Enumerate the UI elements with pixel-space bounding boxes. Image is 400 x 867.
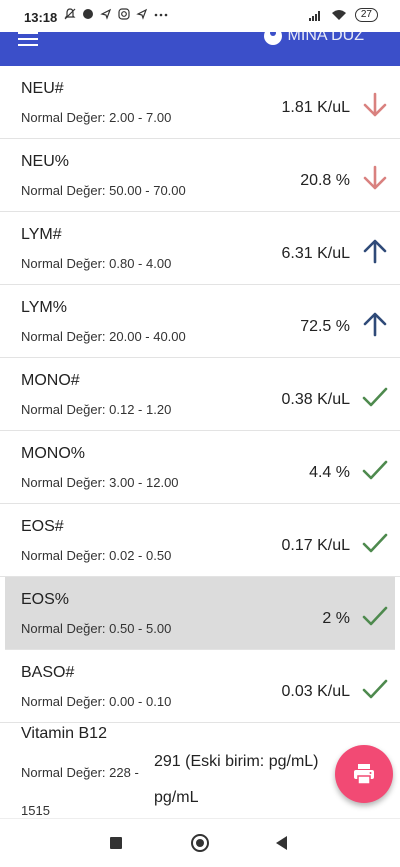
instagram-icon xyxy=(118,8,130,20)
system-nav-bar xyxy=(0,818,400,867)
test-value: 0.38 K/uL xyxy=(281,391,351,408)
normal-range: Normal Değer: 0.00 - 0.10 xyxy=(21,694,172,709)
result-row[interactable]: LYM# Normal Değer: 0.80 - 4.00 6.31 K/uL xyxy=(0,212,400,285)
result-row[interactable]: NEU# Normal Değer: 2.00 - 7.00 1.81 K/uL xyxy=(0,66,400,139)
result-row[interactable]: LYM% Normal Değer: 20.00 - 40.00 72.5 % xyxy=(0,285,400,358)
test-name: Vitamin B12 xyxy=(21,725,107,742)
arrow-down-icon xyxy=(363,92,387,117)
back-icon[interactable] xyxy=(276,836,287,850)
arrow-up-icon xyxy=(363,312,387,337)
recent-apps-icon[interactable] xyxy=(110,837,122,849)
test-name: EOS% xyxy=(21,591,70,608)
account-icon xyxy=(263,32,282,45)
test-value: 72.5 % xyxy=(300,318,350,335)
test-name: BASO# xyxy=(21,664,75,681)
normal-range: Normal Değer: 20.00 - 40.00 xyxy=(21,329,186,344)
status-system-icons: 27 xyxy=(308,8,378,22)
test-name: LYM% xyxy=(21,299,67,316)
test-name: LYM# xyxy=(21,226,62,243)
battery-icon: 27 xyxy=(354,8,378,22)
test-name: NEU% xyxy=(21,153,70,170)
hamburger-menu-icon[interactable] xyxy=(18,32,38,46)
signal-icon xyxy=(308,11,320,21)
status-time: 13:18 xyxy=(24,10,58,25)
check-icon xyxy=(362,387,388,407)
user-name: MİNA DÜZ xyxy=(287,32,364,44)
result-row[interactable]: MONO# Normal Değer: 0.12 - 1.20 0.38 K/u… xyxy=(0,358,400,431)
test-value: 291 (Eski birim: pg/mL) pg/mL xyxy=(154,753,319,806)
normal-range: Normal Değer: 0.02 - 0.50 xyxy=(21,548,172,563)
result-row[interactable]: NEU% Normal Değer: 50.00 - 70.00 20.8 % xyxy=(0,139,400,212)
test-value: 20.8 % xyxy=(300,172,350,189)
home-icon[interactable] xyxy=(191,834,209,852)
test-name: MONO% xyxy=(21,445,85,462)
normal-range: Normal Değer: 0.50 - 5.00 xyxy=(21,621,172,636)
normal-range: Normal Değer: 50.00 - 70.00 xyxy=(21,183,186,198)
test-value: 4.4 % xyxy=(309,464,350,481)
bell-off-icon xyxy=(64,8,76,20)
arrow-down-icon xyxy=(363,165,387,190)
test-value: 6.31 K/uL xyxy=(281,245,351,262)
test-value: 2 % xyxy=(322,610,350,627)
normal-range: Normal Değer: 2.00 - 7.00 xyxy=(21,110,172,125)
wifi-icon xyxy=(331,10,346,20)
test-value: 1.81 K/uL xyxy=(281,99,351,116)
test-name: MONO# xyxy=(21,372,80,389)
result-row[interactable]: EOS# Normal Değer: 0.02 - 0.50 0.17 K/uL xyxy=(0,504,400,577)
navigation-icon xyxy=(100,8,112,20)
test-value: 0.03 K/uL xyxy=(281,683,351,700)
check-icon xyxy=(362,679,388,699)
user-profile[interactable]: MİNA DÜZ xyxy=(263,32,364,45)
navigation-icon xyxy=(136,8,148,20)
test-name: NEU# xyxy=(21,80,64,97)
status-bar: 13:18 27 xyxy=(0,0,400,32)
app-bar: MİNA DÜZ xyxy=(0,32,400,66)
test-name: EOS# xyxy=(21,518,64,535)
status-notification-icons xyxy=(64,8,168,20)
check-icon xyxy=(362,533,388,553)
results-list: NEU# Normal Değer: 2.00 - 7.00 1.81 K/uL… xyxy=(0,66,400,818)
print-button[interactable] xyxy=(335,745,393,803)
normal-range: Normal Değer: 3.00 - 12.00 xyxy=(21,475,179,490)
normal-range: Normal Değer: 0.12 - 1.20 xyxy=(21,402,172,417)
print-icon xyxy=(354,764,374,785)
result-row[interactable]: BASO# Normal Değer: 0.00 - 0.10 0.03 K/u… xyxy=(0,650,400,723)
result-row[interactable]: MONO% Normal Değer: 3.00 - 12.00 4.4 % xyxy=(0,431,400,504)
check-icon xyxy=(362,606,388,626)
more-dots-icon xyxy=(154,13,168,17)
check-icon xyxy=(362,460,388,480)
normal-range: Normal Değer: 0.80 - 4.00 xyxy=(21,256,172,271)
arrow-up-icon xyxy=(363,239,387,264)
test-value: 0.17 K/uL xyxy=(281,537,351,554)
result-row-selected[interactable]: EOS% Normal Değer: 0.50 - 5.00 2 % xyxy=(5,577,395,650)
chat-icon xyxy=(83,9,93,19)
